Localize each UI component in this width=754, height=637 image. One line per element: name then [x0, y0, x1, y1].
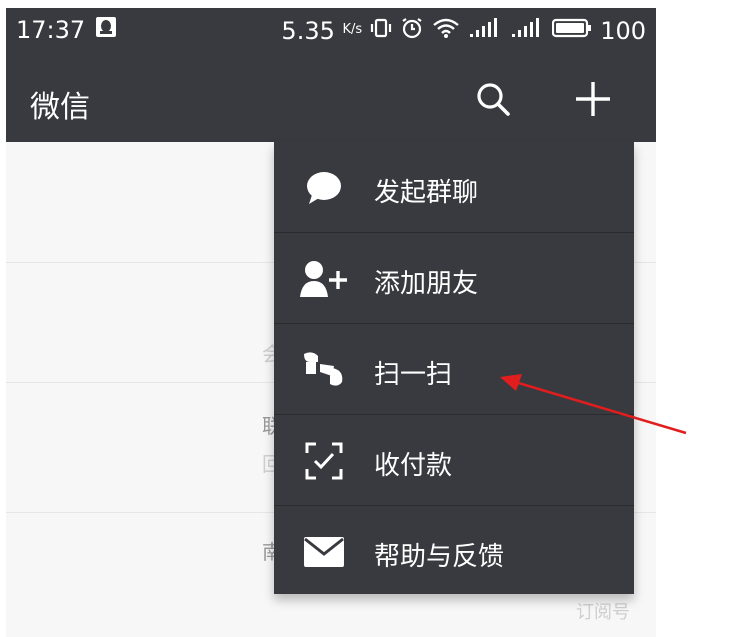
annotation-arrow: [500, 374, 687, 435]
